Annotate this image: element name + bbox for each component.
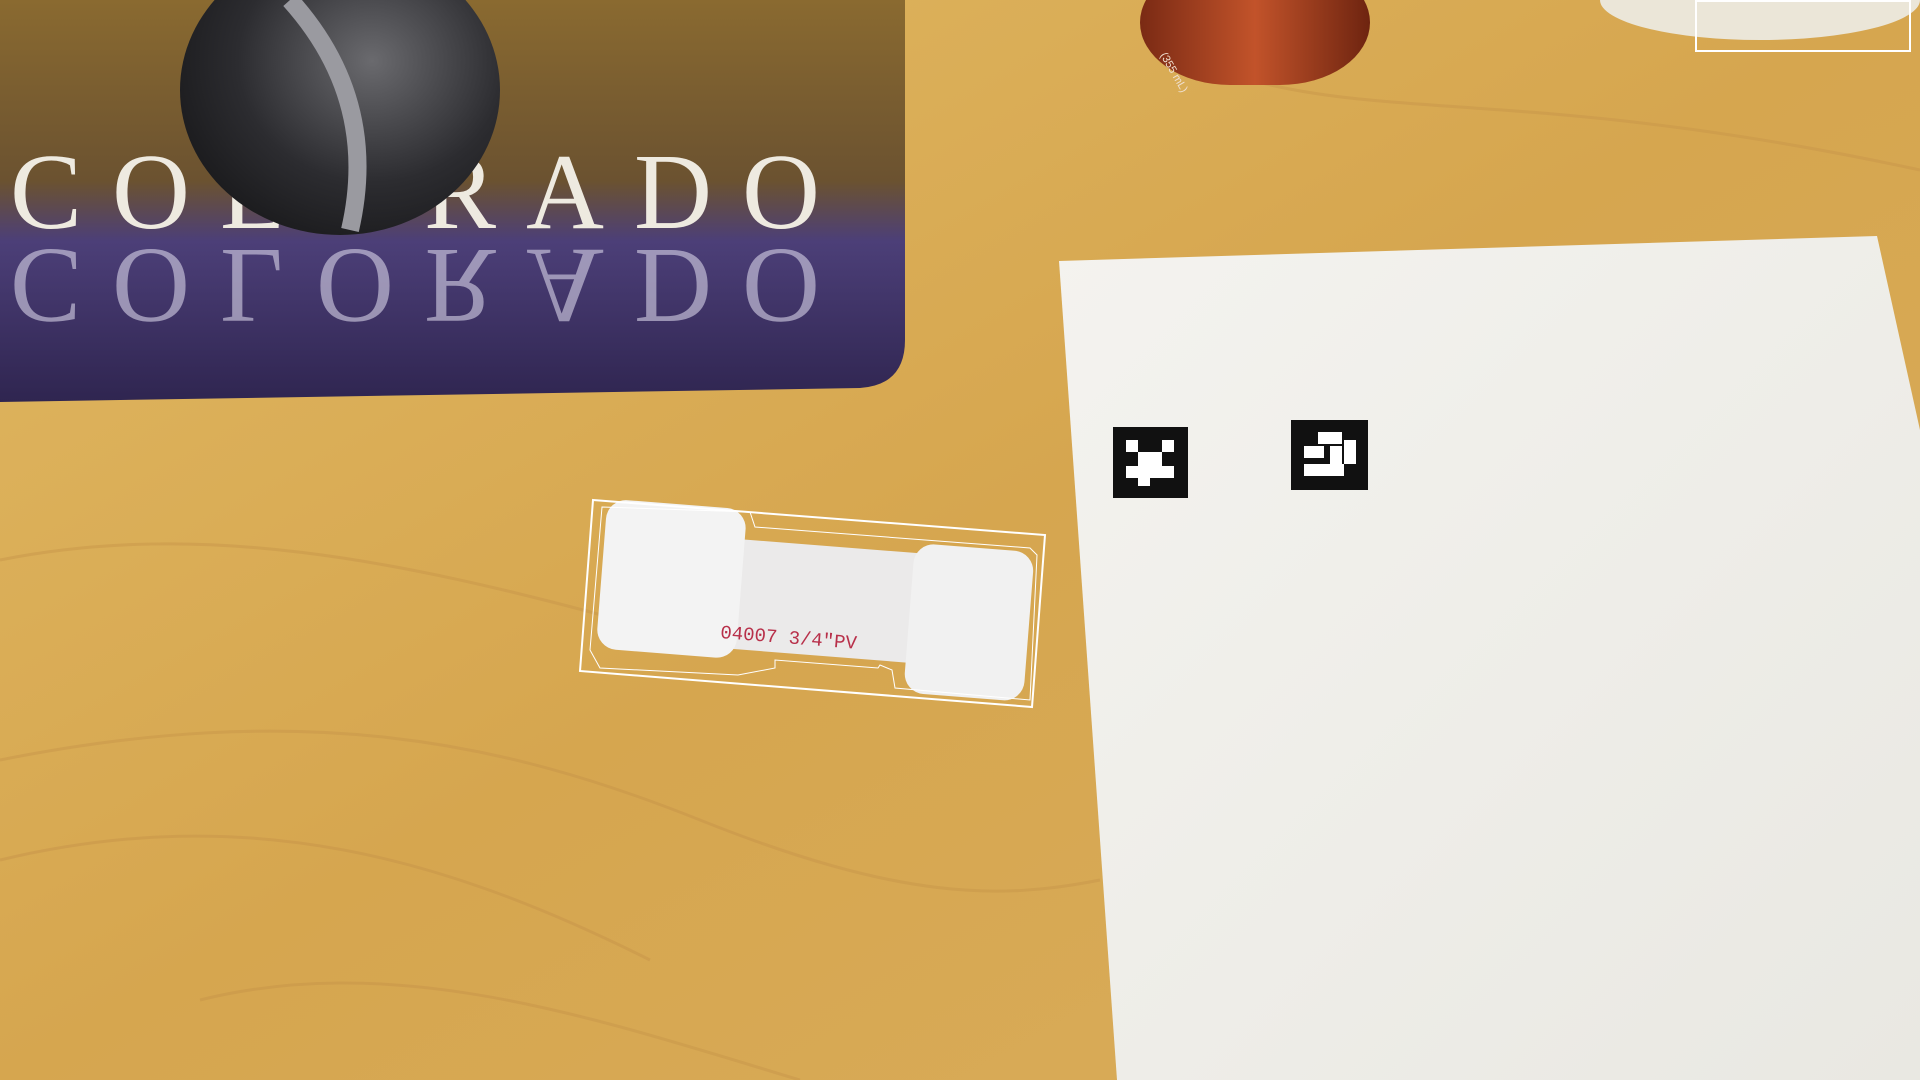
mousepad-text-reflection: COLORADO bbox=[10, 226, 850, 345]
aruco-marker-right bbox=[1291, 420, 1368, 490]
paper-sheet bbox=[1059, 236, 1920, 1080]
desk-scene: COLORADO COLORADO (355 mL) 04007 3/4"PV bbox=[0, 0, 1920, 1080]
aruco-marker-left bbox=[1113, 427, 1188, 498]
